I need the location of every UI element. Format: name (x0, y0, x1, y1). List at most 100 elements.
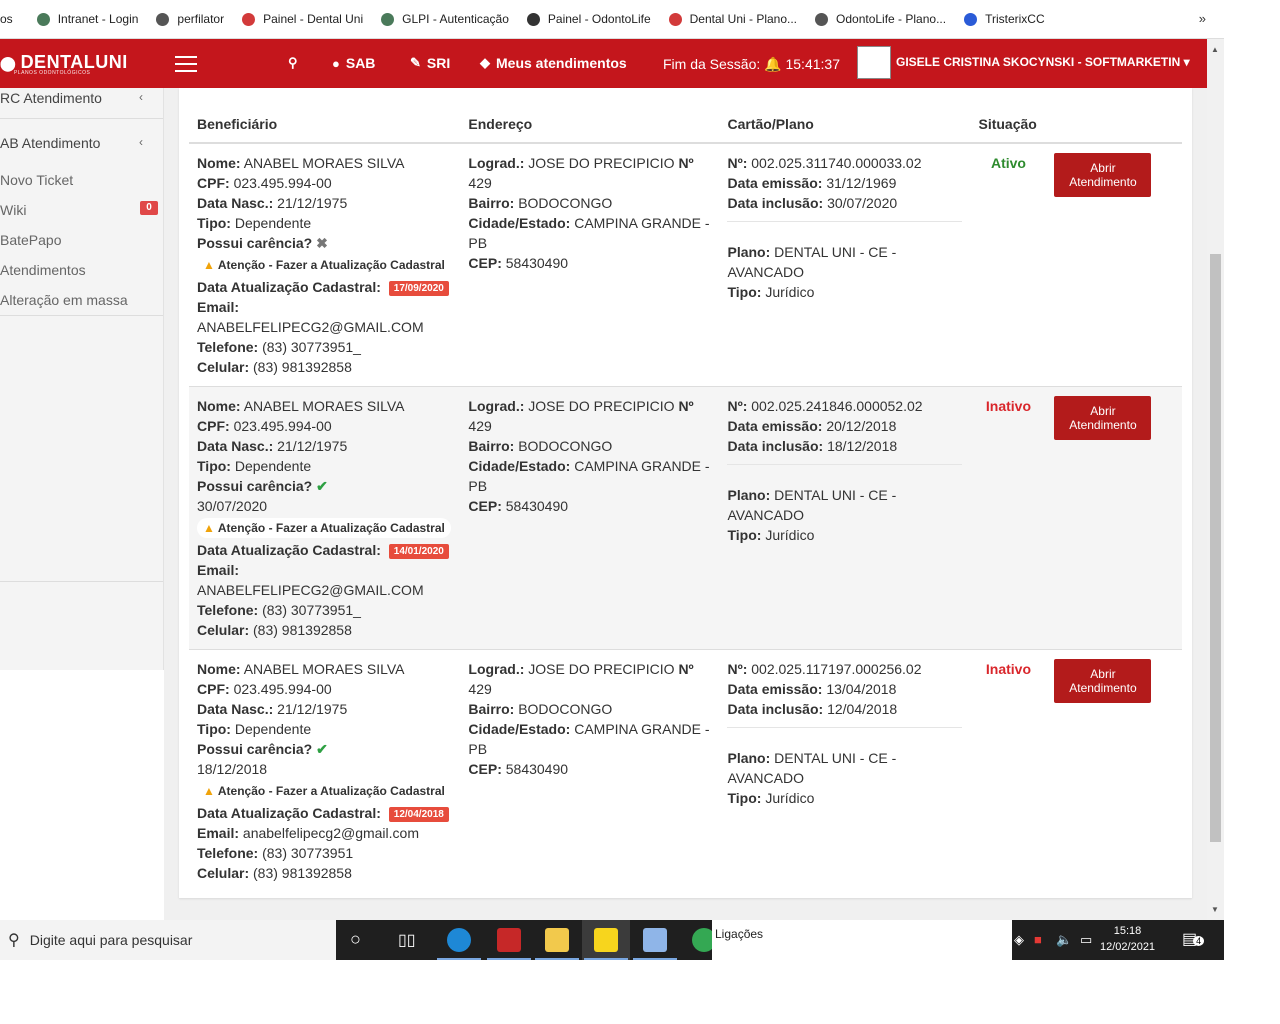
edge-icon[interactable] (447, 928, 471, 952)
scrollbar-thumb[interactable] (1210, 254, 1221, 842)
avatar[interactable] (857, 46, 891, 79)
comment-icon: ● (332, 55, 340, 71)
user-menu[interactable]: GISELE CRISTINA SKOCYNSKI - SOFTMARKETIN… (896, 55, 1190, 69)
header-cartao-plano: Cartão/Plano (719, 106, 971, 144)
search-button[interactable]: ⚲ (288, 55, 304, 71)
divider (727, 221, 963, 222)
sidebar-item-atendimentos[interactable]: Atendimentos (0, 262, 86, 278)
nav-meus-atendimentos[interactable]: ◆ Meus atendimentos (480, 55, 627, 71)
bookmark-1[interactable]: Intranet - Login (36, 12, 138, 26)
bookmark-0[interactable]: os (0, 12, 13, 26)
bookmark-favicon-icon (242, 12, 256, 26)
table-row: Nome: ANABEL MORAES SILVA CPF: 023.495.9… (189, 142, 1182, 387)
nav-sab[interactable]: ● SAB (332, 55, 375, 71)
actions-cell: Abrir Atendimento (1046, 386, 1182, 650)
taskbar-search[interactable]: ⚲ Digite aqui para pesquisar (0, 920, 336, 960)
endereco-cell: Lograd.: JOSE DO PRECIPICIO Nº 429 Bairr… (460, 386, 720, 650)
cartao-plano-cell: Nº: 002.025.117197.000256.02 Data emissã… (719, 649, 971, 892)
bookmark-favicon-icon (815, 12, 829, 26)
x-icon: ✖ (316, 235, 328, 251)
bookmark-6[interactable]: Dental Uni - Plano... (668, 12, 797, 26)
nav-sri[interactable]: ✎ SRI (410, 55, 450, 71)
chevron-left-icon: ‹ (139, 90, 143, 104)
bookmark-3[interactable]: Painel - Dental Uni (242, 12, 363, 26)
cortana-icon[interactable]: ○ (350, 929, 361, 950)
update-warning: ▲ Atenção - Fazer a Atualização Cadastral (197, 781, 451, 801)
ligacoes-window-preview[interactable]: Ligações (712, 920, 1012, 960)
wrench-icon: ✎ (410, 55, 421, 70)
tray-security-icon[interactable]: ◈ (1014, 932, 1024, 948)
divider (727, 464, 963, 465)
cartao-plano-cell: Nº: 002.025.311740.000033.02 Data emissã… (719, 142, 971, 387)
menu-toggle-icon[interactable] (175, 56, 197, 77)
notification-icon[interactable]: ▤4 (1182, 929, 1205, 949)
tag-icon: ◆ (480, 55, 490, 70)
sticky-notes-icon[interactable] (594, 928, 618, 952)
search-icon: ⚲ (288, 55, 298, 70)
session-timer: Fim da Sessão: 🔔 15:41:37 (663, 56, 840, 72)
abrir-atendimento-button[interactable]: Abrir Atendimento (1054, 396, 1152, 440)
bookmark-favicon-icon (381, 12, 395, 26)
bookmark-favicon-icon (156, 12, 170, 26)
header-situacao: Situação (970, 106, 1047, 144)
table-row: Nome: ANABEL MORAES SILVA CPF: 023.495.9… (189, 386, 1182, 650)
table-row: Nome: ANABEL MORAES SILVA CPF: 023.495.9… (189, 649, 1182, 892)
status-badge: Inativo (970, 649, 1047, 892)
abrir-atendimento-button[interactable]: Abrir Atendimento (1054, 659, 1152, 703)
volume-icon[interactable]: 🔈 (1056, 932, 1072, 948)
bookmark-4[interactable]: GLPI - Autenticação (381, 12, 509, 26)
file-explorer-icon[interactable] (545, 928, 569, 952)
bookmarks-bar: os Intranet - Login perfilator Painel - Den… (0, 0, 1224, 39)
wiki-count-badge: 0 (140, 201, 158, 215)
network-icon[interactable]: ▭ (1080, 932, 1092, 948)
check-icon: ✔ (316, 741, 328, 757)
bookmark-favicon-icon (668, 12, 682, 26)
bookmark-favicon-icon (964, 12, 978, 26)
update-warning: ▲ Atenção - Fazer a Atualização Cadastral (197, 518, 451, 538)
scroll-up-arrow-icon[interactable]: ▲ (1211, 45, 1219, 54)
sidebar-item-wiki[interactable]: Wiki (0, 202, 26, 218)
search-icon: ⚲ (8, 932, 20, 949)
windows-taskbar: ⚲ Digite aqui para pesquisar ○ ▯▯ Ligaçõ… (0, 920, 1224, 960)
bookmark-favicon-icon (36, 12, 50, 26)
sidebar: RC Atendimento ‹ AB Atendimento ‹ Novo T… (0, 88, 164, 670)
chevron-left-icon: ‹ (139, 135, 143, 149)
tray-app-icon[interactable]: ■ (1034, 932, 1042, 947)
bookmark-5[interactable]: Painel - OdontoLife (526, 12, 651, 26)
caret-down-icon: ▾ (1183, 55, 1190, 69)
actions-cell: Abrir Atendimento (1046, 649, 1182, 892)
warning-icon: ▲ (203, 784, 215, 798)
cartao-plano-cell: Nº: 002.025.241846.000052.02 Data emissã… (719, 386, 971, 650)
paint-icon[interactable] (643, 928, 667, 952)
warning-icon: ▲ (203, 521, 215, 535)
sidebar-item-batepapo[interactable]: BatePapo (0, 232, 62, 248)
bookmark-8[interactable]: TristerixCC (964, 12, 1045, 26)
warning-icon: ▲ (203, 258, 215, 272)
divider (727, 727, 963, 728)
sidebar-section-rc-atendimento[interactable]: RC Atendimento ‹ (0, 90, 163, 106)
status-badge: Ativo (970, 142, 1047, 387)
bell-icon: 🔔 (764, 56, 782, 72)
bookmark-7[interactable]: OdontoLife - Plano... (815, 12, 946, 26)
bookmarks-more-button[interactable]: » (1199, 11, 1206, 26)
abrir-atendimento-button[interactable]: Abrir Atendimento (1054, 153, 1152, 197)
sidebar-item-alteracao-em-massa[interactable]: Alteração em massa (0, 292, 128, 308)
header-endereco: Endereço (460, 106, 720, 144)
sidebar-item-novo-ticket[interactable]: Novo Ticket (0, 172, 73, 188)
sidebar-section-ab-atendimento[interactable]: AB Atendimento ‹ (0, 135, 163, 151)
bookmark-2[interactable]: perfilator (156, 12, 224, 26)
scroll-down-arrow-icon[interactable]: ▼ (1211, 905, 1219, 914)
app-header: ⬤ DENTALUNI PLANOS ODONTOLÓGICOS ⚲ ● SAB … (0, 39, 1207, 88)
divider (0, 581, 163, 582)
beneficiario-cell: Nome: ANABEL MORAES SILVA CPF: 023.495.9… (189, 386, 461, 650)
update-warning: ▲ Atenção - Fazer a Atualização Cadastral (197, 255, 451, 275)
header-actions (1046, 106, 1182, 144)
taskbar-clock[interactable]: 15:18 12/02/2021 (1100, 923, 1155, 955)
beneficiaries-table: Beneficiário Endereço Cartão/Plano Situa… (189, 106, 1182, 892)
task-view-icon[interactable]: ▯▯ (398, 930, 416, 950)
header-beneficiario: Beneficiário (189, 106, 461, 144)
divider (0, 315, 163, 316)
page-scrollbar[interactable]: ▲ ▼ (1207, 39, 1224, 920)
acrobat-icon[interactable] (497, 928, 521, 952)
check-icon: ✔ (316, 478, 328, 494)
